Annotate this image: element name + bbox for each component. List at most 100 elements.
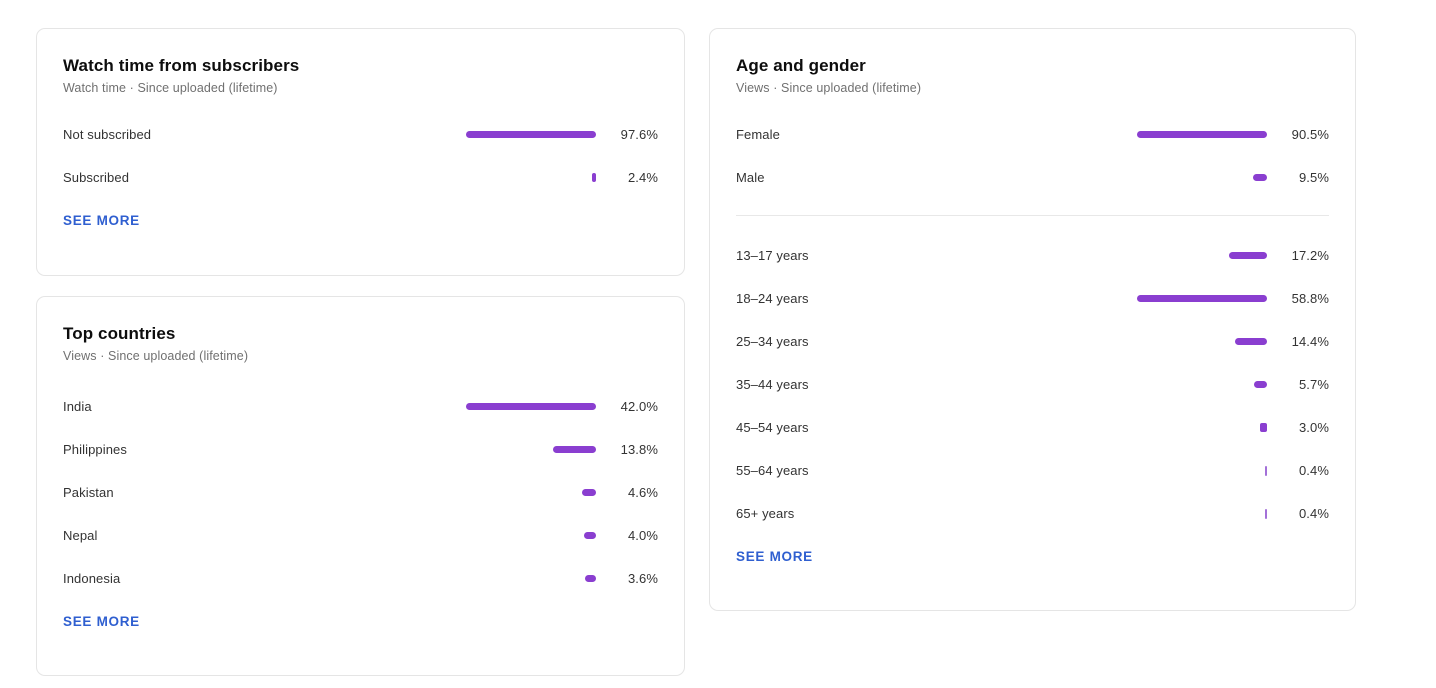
metric-row-label: Nepal (63, 528, 98, 543)
metric-row-label: Pakistan (63, 485, 114, 500)
metric-row-value: 0.4% (1298, 463, 1329, 478)
metric-bar-track (809, 381, 1277, 388)
metric-row: Female 90.5% (736, 113, 1329, 156)
metric-row-value: 3.6% (627, 571, 658, 586)
gender-row-list: Female 90.5% Male 9.5% (736, 113, 1329, 199)
metric-row-value: 3.0% (1298, 420, 1329, 435)
card-watch-time-from-subscribers: Watch time from subscribers Watch time ·… (36, 28, 685, 276)
metric-row-value: 58.8% (1291, 291, 1329, 306)
metric-bar (553, 446, 596, 453)
metric-bar-track (92, 403, 606, 410)
card-content: Top countries Views · Since uploaded (li… (37, 297, 684, 631)
see-more-link[interactable]: SEE MORE (63, 213, 140, 228)
metric-bar (1254, 381, 1267, 388)
metric-row-value: 9.5% (1298, 170, 1329, 185)
metric-row: Nepal 4.0% (63, 514, 658, 557)
metric-row-value: 4.6% (627, 485, 658, 500)
metric-bar-track (809, 465, 1277, 476)
metric-bar-track (809, 252, 1277, 259)
see-more-link[interactable]: SEE MORE (736, 549, 813, 564)
metric-row: 65+ years 0.4% (736, 492, 1329, 535)
card-title: Watch time from subscribers (63, 56, 300, 75)
metric-row-value: 97.6% (620, 127, 658, 142)
metric-row: Subscribed 2.4% (63, 156, 658, 199)
metric-bar-track (780, 131, 1277, 138)
metric-bar-track (809, 338, 1277, 345)
metric-bar-track (114, 489, 606, 496)
metric-row-label: Female (736, 127, 780, 142)
metric-bar (592, 173, 596, 182)
card-content: Watch time from subscribers Watch time ·… (37, 29, 684, 230)
metric-row-value: 13.8% (620, 442, 658, 457)
metric-bar (1265, 508, 1267, 519)
card-subtitle: Watch time · Since uploaded (lifetime) (63, 81, 278, 95)
metric-row: 45–54 years 3.0% (736, 406, 1329, 449)
metric-bar (1228, 252, 1267, 259)
metric-row-label: Male (736, 170, 765, 185)
metric-bar-track (151, 131, 606, 138)
metric-row: Male 9.5% (736, 156, 1329, 199)
metric-bar (1265, 465, 1267, 476)
metric-bar-track (809, 295, 1277, 302)
metric-bar-track (127, 446, 606, 453)
metric-row: 18–24 years 58.8% (736, 277, 1329, 320)
metric-bar (466, 403, 596, 410)
metric-row-label: 65+ years (736, 506, 795, 521)
metric-bar (584, 575, 596, 582)
metric-row-value: 90.5% (1291, 127, 1329, 142)
metric-row-label: Indonesia (63, 571, 121, 586)
card-content: Age and gender Views · Since uploaded (l… (710, 29, 1355, 566)
metric-row-value: 4.0% (627, 528, 658, 543)
metric-row-label: 13–17 years (736, 248, 809, 263)
metric-row-label: 35–44 years (736, 377, 809, 392)
metric-bar (1235, 338, 1267, 345)
metric-row-label: India (63, 399, 92, 414)
card-title: Age and gender (736, 56, 866, 75)
metric-bar (1253, 174, 1267, 181)
metric-row: 13–17 years 17.2% (736, 234, 1329, 277)
metric-row-value: 5.7% (1298, 377, 1329, 392)
card-subtitle: Views · Since uploaded (lifetime) (63, 349, 249, 363)
metric-row-label: Subscribed (63, 170, 130, 185)
metric-bar-track (765, 174, 1277, 181)
section-divider (736, 215, 1329, 216)
metric-row: Not subscribed 97.6% (63, 113, 658, 156)
metric-row-label: 25–34 years (736, 334, 809, 349)
card-title: Top countries (63, 324, 176, 343)
metric-row: Philippines 13.8% (63, 428, 658, 471)
metric-bar (1260, 423, 1267, 432)
metric-bar-track (97, 532, 606, 539)
metric-bar (1137, 131, 1267, 138)
metric-bar-track (120, 575, 606, 582)
metric-bar-track (809, 423, 1277, 432)
card-age-and-gender: Age and gender Views · Since uploaded (l… (709, 28, 1356, 611)
metric-bar (466, 131, 596, 138)
metric-row-value: 14.4% (1291, 334, 1329, 349)
card-top-countries: Top countries Views · Since uploaded (li… (36, 296, 685, 676)
metric-row: Indonesia 3.6% (63, 557, 658, 600)
metric-bar (581, 489, 596, 496)
analytics-cards-board: Watch time from subscribers Watch time ·… (0, 0, 1436, 688)
metric-row-list: Not subscribed 97.6% Subscribed 2.4% (63, 113, 658, 199)
metric-row: India 42.0% (63, 385, 658, 428)
metric-row-label: Not subscribed (63, 127, 152, 142)
metric-row: 35–44 years 5.7% (736, 363, 1329, 406)
metric-bar (1137, 295, 1267, 302)
metric-row-label: Philippines (63, 442, 127, 457)
age-row-list: 13–17 years 17.2% 18–24 years 58.8% 25–34 ye… (736, 234, 1329, 535)
metric-row-value: 0.4% (1298, 506, 1329, 521)
metric-row: Pakistan 4.6% (63, 471, 658, 514)
metric-bar-track (129, 173, 606, 182)
metric-row-value: 2.4% (627, 170, 658, 185)
metric-row-value: 42.0% (620, 399, 658, 414)
metric-row: 55–64 years 0.4% (736, 449, 1329, 492)
metric-row-label: 18–24 years (736, 291, 809, 306)
see-more-link[interactable]: SEE MORE (63, 614, 140, 629)
metric-row-value: 17.2% (1291, 248, 1329, 263)
card-subtitle: Views · Since uploaded (lifetime) (736, 81, 922, 95)
metric-row-label: 45–54 years (736, 420, 809, 435)
metric-bar (583, 532, 596, 539)
metric-row-list: India 42.0% Philippines 13.8% Pakistan 4.6% Ne… (63, 385, 658, 600)
metric-row-label: 55–64 years (736, 463, 809, 478)
metric-bar-track (794, 508, 1277, 519)
